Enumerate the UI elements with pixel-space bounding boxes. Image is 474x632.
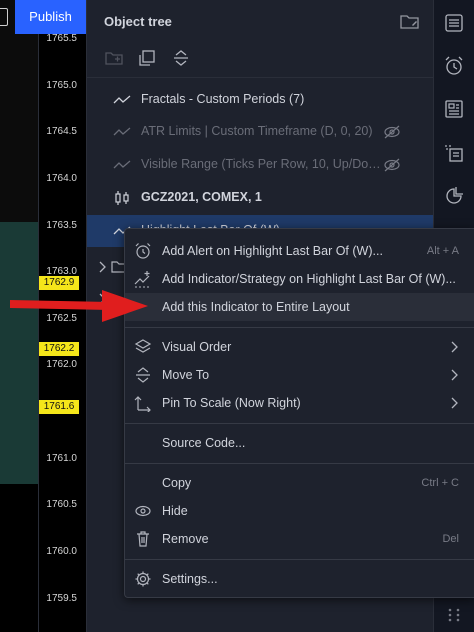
tree-settings-icon[interactable] [399,12,421,32]
tree-folder[interactable] [87,254,127,280]
menu-item-label: Remove [162,532,209,546]
alarm-plus-icon [135,243,151,259]
menu-item-remove[interactable]: Remove Del [125,525,474,553]
menu-item-hide[interactable]: Hide [125,497,474,525]
price-badge: 1762.2 [39,342,79,356]
publish-button[interactable]: Publish [15,0,86,34]
menu-item-label: Add Alert on Highlight Last Bar Of (W)..… [162,244,383,258]
layers-icon [134,339,152,353]
hidden-eye-icon[interactable] [383,157,401,173]
price-tick: 1765.0 [46,80,77,91]
menu-item-label: Settings... [162,572,218,586]
tree-item[interactable]: GCZ2021, COMEX, 1 [87,182,434,214]
chevron-right-icon [451,397,458,409]
divider [87,77,434,78]
chevron-right-icon[interactable] [97,260,107,274]
menu-item-label: Move To [162,368,210,382]
menu-item-label: Pin To Scale (Now Right) [162,396,301,410]
context-menu: Add Alert on Highlight Last Bar Of (W)..… [124,228,474,598]
price-tick: 1762.0 [46,359,77,370]
menu-item-label: Add Indicator/Strategy on Highlight Last… [162,272,456,286]
menu-separator [125,423,474,424]
price-tick: 1760.0 [46,546,77,557]
price-tick: 1764.5 [46,126,77,137]
price-tick: 1761.0 [46,453,77,464]
shortcut-label: Ctrl + C [421,477,459,489]
new-folder-icon[interactable] [104,48,124,68]
menu-item-label: Visual Order [162,340,232,354]
candles-icon [115,191,129,205]
tree-item[interactable]: Fractals - Custom Periods (7) [87,84,434,116]
watchlist-icon[interactable] [443,12,465,34]
news-icon[interactable] [443,98,465,120]
clone-icon[interactable] [137,48,157,68]
price-tick: 1759.5 [46,593,77,604]
dots-grid-icon[interactable] [443,604,465,626]
menu-item-pin-to-scale[interactable]: Pin To Scale (Now Right) [125,389,474,417]
line-icon [113,95,131,104]
move-icon [136,367,150,383]
panel-title: Object tree [104,14,172,29]
price-tick: 1763.5 [46,220,77,231]
menu-item-copy[interactable]: Copy Ctrl + C [125,469,474,497]
alarm-clock-icon[interactable] [443,55,465,77]
toolbar-chip[interactable] [0,8,8,26]
price-tick: 1764.0 [46,173,77,184]
hidden-eye-icon[interactable] [383,124,401,140]
chevron-right-icon [451,369,458,381]
tree-item[interactable]: Visible Range (Ticks Per Row, 10, Up/Do… [87,149,434,181]
tree-item-label: Visible Range (Ticks Per Row, 10, Up/Do… [141,157,381,171]
gear-icon [135,571,151,587]
tree-item[interactable]: ATR Limits | Custom Timeframe (D, 0, 20) [87,116,434,148]
menu-item-visual-order[interactable]: Visual Order [125,333,474,361]
pie-chart-icon[interactable] [443,185,465,207]
pin-scale-icon [134,396,151,412]
menu-item-label: Hide [162,504,188,518]
red-arrow-annotation [10,290,148,322]
line-icon [113,160,131,169]
shortcut-label: Alt + A [426,245,459,257]
tree-item-label: ATR Limits | Custom Timeframe (D, 0, 20) [141,124,373,138]
tree-item-label: GCZ2021, COMEX, 1 [141,190,262,204]
menu-item-source-code[interactable]: Source Code... [125,429,474,457]
menu-item-label: Copy [162,476,192,490]
shortcut-label: Del [442,533,459,545]
trash-icon [137,531,149,547]
menu-separator [125,327,474,328]
eye-icon [135,505,151,517]
chart-highlight-band [0,222,38,484]
menu-item-add-alert[interactable]: Add Alert on Highlight Last Bar Of (W)..… [125,237,474,265]
menu-item-label: Add this Indicator to Entire Layout [162,300,350,314]
tree-item-label: Fractals - Custom Periods (7) [141,92,305,106]
move-icon[interactable] [171,48,191,68]
menu-separator [125,463,474,464]
menu-item-add-to-layout[interactable]: Add this Indicator to Entire Layout [125,293,474,321]
line-icon [113,127,131,136]
menu-item-label: Source Code... [162,436,246,450]
menu-item-add-indicator[interactable]: Add Indicator/Strategy on Highlight Last… [125,265,474,293]
menu-item-move-to[interactable]: Move To [125,361,474,389]
menu-item-settings[interactable]: Settings... [125,565,474,593]
price-badge: 1761.6 [39,400,79,414]
chevron-right-icon [451,341,458,353]
object-tree-icon[interactable] [443,142,465,164]
menu-separator [125,559,474,560]
price-tick: 1760.5 [46,499,77,510]
